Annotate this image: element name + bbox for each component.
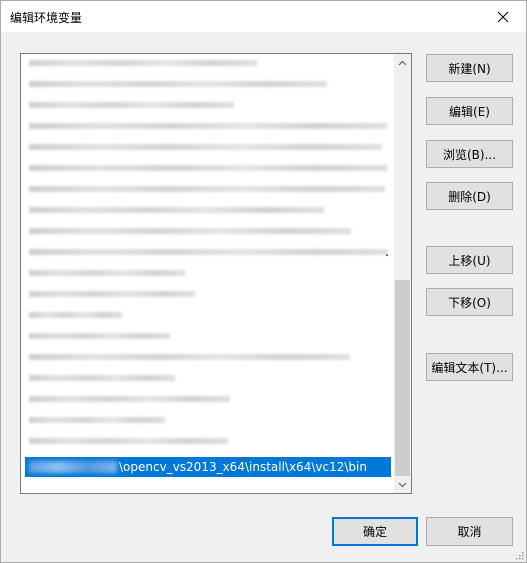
redacted-path-text: [29, 312, 122, 318]
scroll-up-button[interactable]: [394, 54, 411, 71]
edit-text-button[interactable]: 编辑文本(T)...: [426, 353, 513, 381]
redacted-path-text: [29, 186, 385, 192]
title-bar: 编辑环境变量: [1, 1, 526, 32]
list-item[interactable]: [25, 327, 391, 345]
edit-env-var-dialog: 编辑环境变量 . \opencv_vs2013_x64\install\x64\…: [0, 0, 527, 563]
list-item[interactable]: [25, 117, 391, 135]
redacted-path-text: [29, 207, 324, 213]
scroll-thumb[interactable]: [395, 280, 410, 476]
list-item[interactable]: [25, 264, 391, 282]
redacted-path-text: [29, 123, 387, 129]
list-item[interactable]: [25, 432, 391, 450]
redacted-path-text: [29, 60, 257, 66]
chevron-up-icon: [398, 60, 407, 65]
redacted-path-text: [29, 270, 185, 276]
vertical-scrollbar[interactable]: [394, 54, 411, 493]
list-item[interactable]: [25, 96, 391, 114]
list-item[interactable]: [25, 390, 391, 408]
list-item[interactable]: [25, 306, 391, 324]
chevron-down-icon: [398, 482, 407, 487]
redacted-path-text: [29, 354, 350, 360]
redacted-path-text: [29, 81, 327, 87]
delete-button[interactable]: 删除(D): [426, 182, 513, 210]
resize-grip-icon[interactable]: [514, 550, 524, 560]
close-icon: [497, 11, 509, 22]
selected-item-text: \opencv_vs2013_x64\install\x64\vc12\bin: [119, 460, 367, 474]
dialog-title: 编辑环境变量: [10, 11, 83, 25]
list-item[interactable]: [25, 75, 391, 93]
redacted-path-text: [29, 291, 195, 297]
list-item[interactable]: [25, 138, 391, 156]
list-item[interactable]: .: [25, 243, 391, 261]
ok-button[interactable]: 确定: [332, 517, 418, 546]
cancel-button[interactable]: 取消: [426, 517, 513, 546]
list-item[interactable]: [25, 369, 391, 387]
close-button[interactable]: [480, 1, 526, 32]
redacted-path-text: [29, 396, 230, 402]
redacted-path-text: [29, 102, 234, 108]
move-up-button[interactable]: 上移(U): [426, 246, 513, 274]
list-item[interactable]: [25, 348, 391, 366]
redacted-path-text: [29, 228, 351, 234]
edit-button[interactable]: 编辑(E): [426, 97, 513, 125]
move-down-button[interactable]: 下移(O): [426, 288, 513, 316]
truncation-marker: .: [385, 245, 389, 259]
scroll-down-button[interactable]: [394, 476, 411, 493]
browse-button[interactable]: 浏览(B)...: [426, 140, 513, 168]
path-list-items: . \opencv_vs2013_x64\install\x64\vc12\bi…: [21, 54, 394, 493]
list-item[interactable]: [25, 411, 391, 429]
list-item[interactable]: [25, 159, 391, 177]
redacted-path-text: [29, 144, 382, 150]
list-item[interactable]: [25, 54, 391, 72]
redacted-path-text: [29, 375, 175, 381]
redacted-path-text: [29, 165, 387, 171]
new-button[interactable]: 新建(N): [426, 54, 513, 82]
selected-list-item[interactable]: \opencv_vs2013_x64\install\x64\vc12\bin: [25, 457, 391, 477]
list-item[interactable]: [25, 180, 391, 198]
redacted-path-text: [29, 417, 165, 423]
redacted-path-prefix: [29, 461, 117, 473]
redacted-path-text: [29, 333, 170, 339]
redacted-path-text: [29, 438, 228, 444]
list-item[interactable]: [25, 285, 391, 303]
list-item[interactable]: [25, 222, 391, 240]
redacted-path-text: [29, 249, 388, 255]
list-item[interactable]: [25, 201, 391, 219]
path-list[interactable]: . \opencv_vs2013_x64\install\x64\vc12\bi…: [20, 53, 412, 494]
